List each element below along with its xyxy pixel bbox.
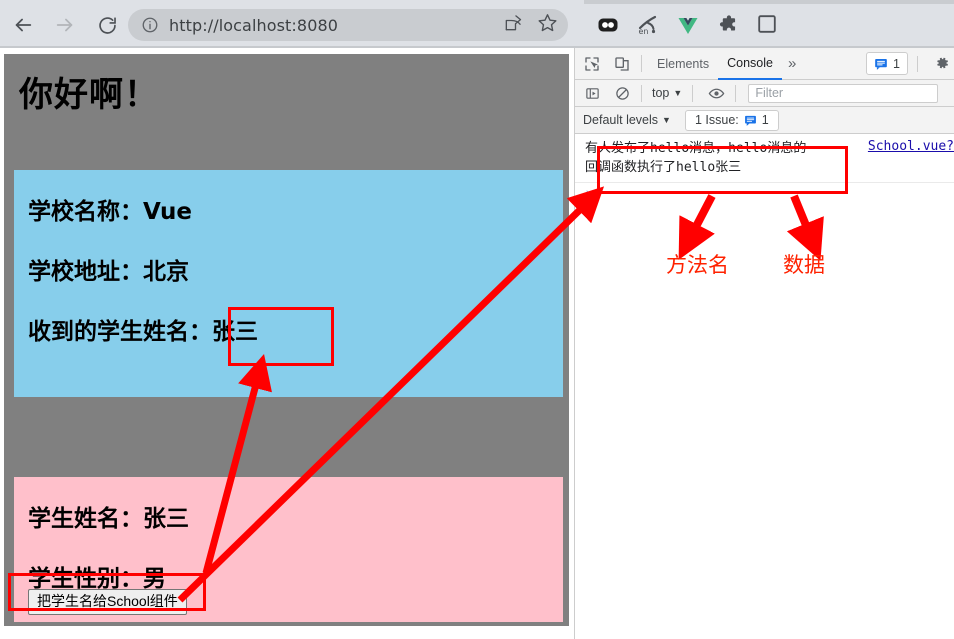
inspect-element-icon[interactable] bbox=[579, 51, 605, 77]
console-toolbar-divider-2 bbox=[692, 84, 694, 102]
console-levels-toolbar: Default levels ▼ 1 Issue: 1 bbox=[575, 107, 954, 134]
console-toolbar-divider-1 bbox=[641, 84, 642, 102]
address-bar[interactable]: http://localhost:8080 bbox=[128, 9, 568, 41]
school-address-line: 学校地址：北京 bbox=[14, 224, 563, 284]
page-title: 你好啊！ bbox=[19, 75, 159, 115]
url-text: http://localhost:8080 bbox=[169, 15, 339, 35]
forward-arrow-icon[interactable] bbox=[46, 6, 84, 44]
back-arrow-icon[interactable] bbox=[4, 6, 42, 44]
devtools-panel: Elements Console » 1 top ▼ Filter Defaul… bbox=[574, 48, 954, 639]
school-received-name-line: 收到的学生姓名：张三 bbox=[14, 284, 563, 344]
translate-en-extension-icon[interactable]: en bbox=[636, 13, 660, 37]
chevron-down-icon: ▼ bbox=[673, 88, 683, 98]
message-bubble-icon bbox=[875, 58, 887, 70]
screenshot-root: http://localhost:8080 en 你好啊！ 学校名称：Vue 学… bbox=[0, 0, 954, 639]
more-tabs-icon[interactable]: » bbox=[782, 48, 802, 80]
give-student-name-button[interactable]: 把学生名给School组件 bbox=[28, 589, 187, 615]
school-address-label: 学校地址： bbox=[28, 259, 143, 286]
dark-glasses-extension-icon[interactable] bbox=[596, 13, 620, 37]
log-text-segment-1: 有人发布了 bbox=[585, 141, 651, 156]
console-log-entry[interactable]: 有人发布了hello消息，hello消息的 回调函数执行了hello张三 Sch… bbox=[575, 134, 954, 183]
console-filter-input[interactable]: Filter bbox=[748, 83, 939, 103]
school-name-label: 学校名称： bbox=[28, 199, 143, 225]
tabbar-right-divider bbox=[917, 56, 918, 72]
console-log-line-2: 回调函数执行了hello张三 bbox=[585, 158, 954, 177]
issues-bar[interactable]: 1 Issue: 1 bbox=[684, 109, 779, 131]
omnibox-actions bbox=[503, 9, 558, 41]
log-text-segment-7: hello bbox=[676, 160, 716, 175]
tab-console[interactable]: Console bbox=[718, 48, 782, 80]
log-text-segment-3: 消息， bbox=[689, 141, 729, 156]
school-received-label: 收到的学生姓名： bbox=[28, 319, 212, 346]
issue-count-chip[interactable]: 1 bbox=[866, 52, 908, 75]
school-name-line: 学校名称：Vue bbox=[14, 170, 563, 224]
school-received-value: 张三 bbox=[212, 319, 258, 346]
tabbar-divider bbox=[641, 55, 642, 72]
console-source-link[interactable]: School.vue? bbox=[868, 139, 954, 154]
issues-bar-count: 1 bbox=[761, 113, 769, 127]
school-name-value: Vue bbox=[143, 199, 192, 225]
student-sex-line: 学生性别：男 bbox=[14, 531, 563, 591]
issues-bar-label: 1 Issue: bbox=[694, 113, 739, 127]
page-viewport: 你好啊！ 学校名称：Vue 学校地址：北京 收到的学生姓名：张三 学生姓名：张三… bbox=[0, 48, 574, 639]
console-output-area[interactable]: 有人发布了hello消息，hello消息的 回调函数执行了hello张三 Sch… bbox=[575, 134, 954, 639]
console-prompt-caret[interactable]: › bbox=[584, 186, 592, 201]
student-name-line: 学生姓名：张三 bbox=[14, 477, 563, 531]
clear-console-icon[interactable] bbox=[609, 80, 635, 106]
tab-elements[interactable]: Elements bbox=[648, 48, 718, 80]
info-circle-icon[interactable] bbox=[141, 16, 159, 34]
chevron-down-icon: ▼ bbox=[662, 115, 671, 125]
devtools-tabbar: Elements Console » 1 bbox=[575, 48, 954, 80]
console-context-value: top bbox=[652, 86, 670, 100]
console-sidebar-icon[interactable] bbox=[579, 80, 605, 106]
share-icon[interactable] bbox=[503, 13, 523, 38]
log-text-segment-4: hello bbox=[728, 141, 768, 156]
log-text-segment-2: hello bbox=[650, 141, 690, 156]
side-panel-icon[interactable] bbox=[756, 13, 780, 37]
extension-icons: en bbox=[596, 9, 780, 41]
console-toolbar: top ▼ Filter bbox=[575, 80, 954, 107]
default-levels-label: Default levels bbox=[583, 113, 659, 127]
svg-text:en: en bbox=[639, 27, 649, 36]
student-name-value: 张三 bbox=[143, 506, 189, 532]
log-text-segment-5: 消息的 bbox=[767, 141, 807, 156]
live-expression-eye-icon[interactable] bbox=[703, 80, 729, 106]
vue-app-container: 你好啊！ 学校名称：Vue 学校地址：北京 收到的学生姓名：张三 学生姓名：张三… bbox=[4, 54, 569, 626]
device-toolbar-icon[interactable] bbox=[609, 51, 635, 77]
browser-chrome: http://localhost:8080 en bbox=[0, 0, 954, 48]
default-levels-selector[interactable]: Default levels ▼ bbox=[575, 113, 679, 127]
student-name-label: 学生姓名： bbox=[28, 506, 143, 532]
log-text-segment-8: 张三 bbox=[715, 160, 742, 175]
console-toolbar-divider-3 bbox=[735, 84, 737, 102]
log-text-segment-6: 回调函数执行了 bbox=[585, 160, 677, 175]
console-context-selector[interactable]: top ▼ bbox=[648, 86, 686, 100]
gear-icon[interactable] bbox=[934, 55, 950, 76]
school-component: 学校名称：Vue 学校地址：北京 收到的学生姓名：张三 bbox=[14, 170, 563, 397]
school-address-value: 北京 bbox=[143, 259, 189, 286]
issue-count-value: 1 bbox=[893, 56, 900, 71]
bookmark-star-icon[interactable] bbox=[537, 12, 558, 38]
reload-arrow-icon[interactable] bbox=[88, 6, 126, 44]
student-component: 学生姓名：张三 学生性别：男 把学生名给School组件 bbox=[14, 477, 563, 622]
puzzle-extensions-icon[interactable] bbox=[716, 13, 740, 37]
message-bubble-icon bbox=[744, 115, 756, 126]
vue-devtools-icon[interactable] bbox=[676, 13, 700, 37]
